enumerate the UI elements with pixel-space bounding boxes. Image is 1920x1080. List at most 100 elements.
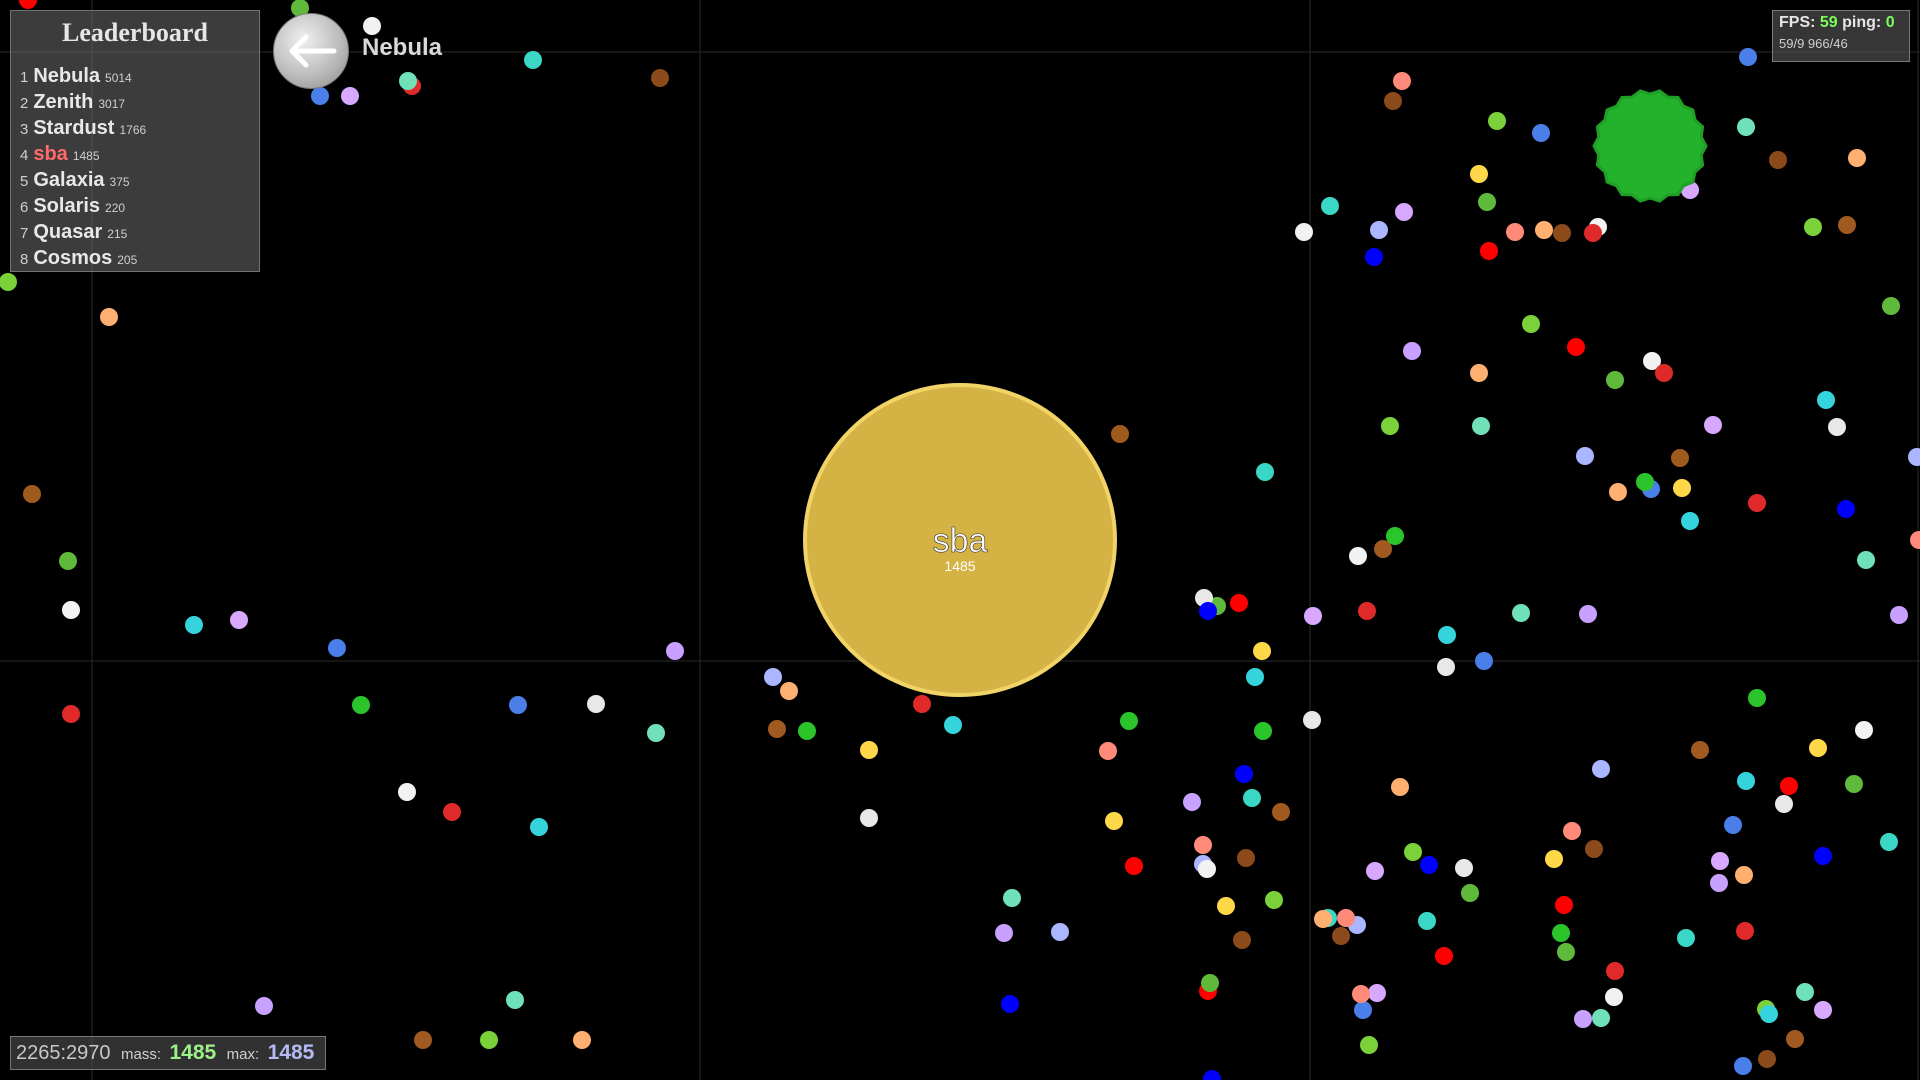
food-pellet (1817, 391, 1835, 409)
food-pellet (352, 696, 370, 714)
food-pellet (1475, 652, 1493, 670)
food-pellet (1882, 297, 1900, 315)
food-pellet (768, 720, 786, 738)
leaderboard-rank: 8 (20, 251, 29, 268)
food-pellet (1910, 531, 1920, 549)
food-pellet (1183, 793, 1201, 811)
food-pellet (1352, 985, 1370, 1003)
food-pellet (1303, 711, 1321, 729)
food-pellet (1592, 760, 1610, 778)
food-pellet (1461, 884, 1479, 902)
food-pellet (1737, 118, 1755, 136)
food-pellet (399, 72, 417, 90)
game-field[interactable]: sba 1485 (0, 0, 1920, 1080)
food-pellet (1848, 149, 1866, 167)
leaderboard-entry: 8 Cosmos 205 (20, 245, 137, 271)
food-pellet (0, 273, 17, 291)
ping-value: 0 (1885, 14, 1895, 31)
food-pellet (1105, 812, 1123, 830)
player-cell[interactable]: sba 1485 (803, 383, 1117, 697)
food-pellet (1418, 912, 1436, 930)
food-pellet (1606, 371, 1624, 389)
food-pellet (1758, 1050, 1776, 1068)
food-pellet (1691, 741, 1709, 759)
food-pellet (1246, 668, 1264, 686)
food-pellet (1365, 248, 1383, 266)
food-pellet (1606, 962, 1624, 980)
leaderboard-rank: 3 (20, 121, 29, 138)
leaderboard-rank: 4 (20, 147, 29, 164)
food-pellet (1737, 772, 1755, 790)
food-pellet (23, 485, 41, 503)
food-pellet (328, 639, 346, 657)
food-pellet (1748, 689, 1766, 707)
food-pellet (100, 308, 118, 326)
food-pellet (230, 611, 248, 629)
food-pellet (1393, 72, 1411, 90)
food-pellet (1099, 742, 1117, 760)
food-pellet (1051, 923, 1069, 941)
food-pellet (587, 695, 605, 713)
leaderboard-rank: 5 (20, 173, 29, 190)
food-pellet (1404, 843, 1422, 861)
food-pellet (1704, 416, 1722, 434)
food-pellet (1304, 607, 1322, 625)
food-pellet (1567, 338, 1585, 356)
food-pellet (1295, 223, 1313, 241)
food-pellet (443, 803, 461, 821)
virus-cell (1592, 89, 1708, 203)
food-pellet (1478, 193, 1496, 211)
leaderboard-entry: 2 Zenith 3017 (20, 89, 125, 115)
food-pellet (1584, 224, 1602, 242)
food-pellet (530, 818, 548, 836)
food-pellet (1748, 494, 1766, 512)
food-pellet (1809, 739, 1827, 757)
food-pellet (311, 87, 329, 105)
food-pellet (1724, 816, 1742, 834)
food-pellet (62, 601, 80, 619)
food-pellet (1845, 775, 1863, 793)
food-pellet (798, 722, 816, 740)
leaderboard-mass: 5014 (105, 71, 132, 85)
food-pellet (1545, 850, 1563, 868)
food-pellet (1480, 242, 1498, 260)
leaderboard-title: Leaderboard (62, 18, 208, 47)
food-pellet (1360, 1036, 1378, 1054)
food-pellet (1455, 859, 1473, 877)
leaderboard-rank: 1 (20, 69, 29, 86)
leaderboard-name: Stardust (33, 117, 115, 139)
leaderboard-mass: 1766 (119, 123, 147, 137)
food-pellet (764, 668, 782, 686)
leaderboard-name: Quasar (33, 221, 103, 243)
food-pellet (1391, 778, 1409, 796)
leaderboard-name: Nebula (33, 65, 101, 87)
food-pellet (1332, 927, 1350, 945)
leaderboard-rank: 2 (20, 95, 29, 112)
food-pellet (1358, 602, 1376, 620)
food-pellet (1237, 849, 1255, 867)
leaderboard-name: Galaxia (33, 169, 105, 191)
food-pellet (1857, 551, 1875, 569)
food-pellet (647, 724, 665, 742)
spectate-back-button[interactable] (273, 13, 349, 89)
food-pellet (1470, 364, 1488, 382)
food-pellet (1470, 165, 1488, 183)
leaderboard-entry: 1 Nebula 5014 (20, 63, 132, 89)
food-pellet (1198, 860, 1216, 878)
current-mass: 1485 (169, 1041, 217, 1064)
food-pellet (363, 17, 381, 35)
food-pellet (1585, 840, 1603, 858)
fps-label: FPS: (1779, 14, 1816, 31)
food-pellet (1233, 931, 1251, 949)
food-pellet (1437, 658, 1455, 676)
food-pellet (1366, 862, 1384, 880)
food-pellet (1557, 943, 1575, 961)
food-pellet (1796, 983, 1814, 1001)
leaderboard-mass: 205 (117, 253, 138, 267)
food-pellet (1201, 974, 1219, 992)
food-pellet (1890, 606, 1908, 624)
food-pellet (1711, 852, 1729, 870)
food-pellet (59, 552, 77, 570)
food-pellet (1111, 425, 1129, 443)
food-pellet (1535, 221, 1553, 239)
